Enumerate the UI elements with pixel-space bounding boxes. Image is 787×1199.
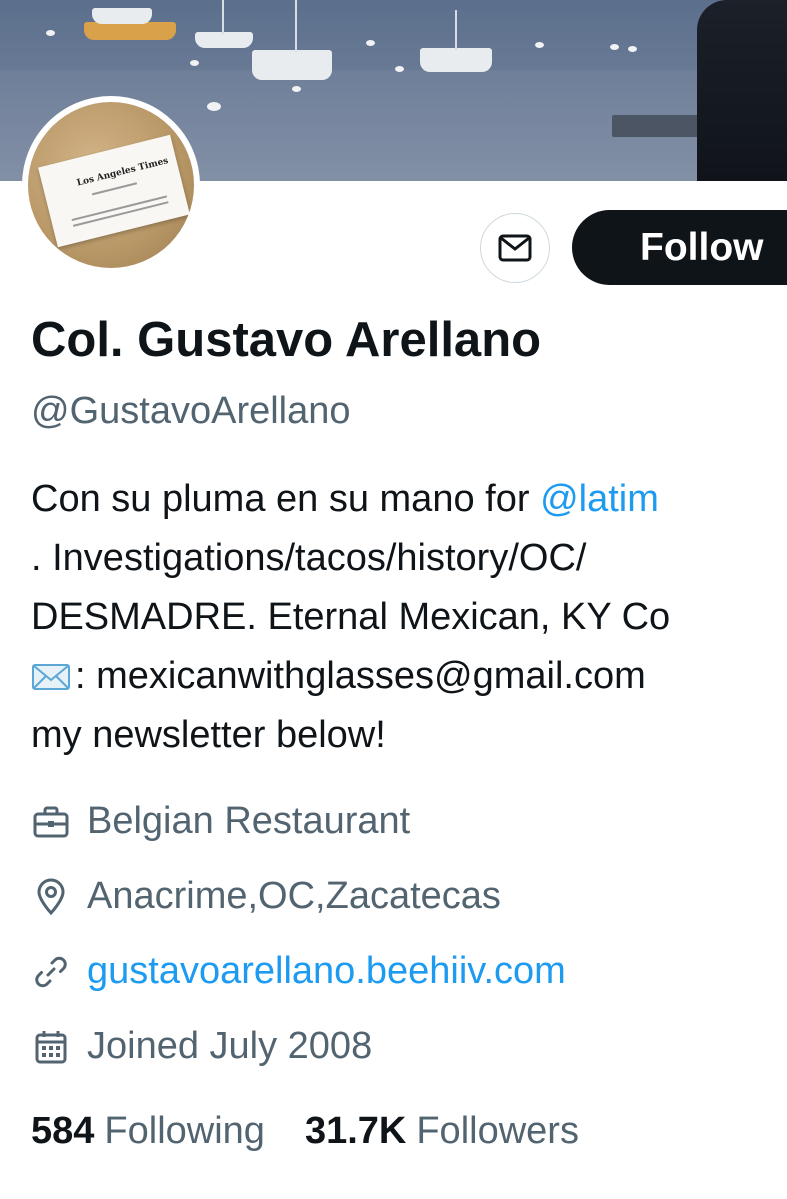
banner-buoy xyxy=(190,60,199,66)
banner-person xyxy=(697,0,787,181)
following-stat-link[interactable]: 584 Following xyxy=(31,1110,265,1153)
bio-line: : mexicanwithglasses@gmail.com xyxy=(31,647,787,706)
bio-text: Con su pluma en su mano for xyxy=(31,478,541,520)
envelope-emoji-icon xyxy=(32,664,70,690)
followers-count: 31.7K xyxy=(304,1110,407,1152)
location-pin-icon xyxy=(31,877,71,917)
bio-line: my newsletter below! xyxy=(31,714,386,756)
message-button[interactable] xyxy=(480,213,550,283)
profile-profession: Belgian Restaurant xyxy=(31,800,410,843)
briefcase-icon xyxy=(31,802,71,842)
profile-stats: 584 Following 31.7K Followers xyxy=(31,1110,579,1153)
business-card: Los Angeles Times xyxy=(38,134,190,248)
profession-text: Belgian Restaurant xyxy=(87,800,411,842)
card-title: Los Angeles Times xyxy=(75,156,170,189)
joined-text: Joined July 2008 xyxy=(87,1025,373,1067)
follow-button-label: Follow xyxy=(640,225,764,269)
card-text-line xyxy=(71,195,168,222)
profile-avatar[interactable]: Los Angeles Times xyxy=(22,96,200,274)
followers-label: Followers xyxy=(416,1110,579,1152)
banner-buoy xyxy=(292,86,301,92)
website-link[interactable]: gustavoarellano.beehiiv.com xyxy=(87,950,566,993)
banner-boat xyxy=(252,50,332,80)
card-text-line xyxy=(91,182,138,196)
banner-buoy xyxy=(207,102,221,111)
banner-buoy xyxy=(366,40,375,46)
banner-buoy xyxy=(628,46,637,52)
profile-page: Los Angeles Times Follow Col. Gustavo Ar… xyxy=(0,0,787,1199)
follow-button[interactable]: Follow xyxy=(572,210,787,285)
banner-buoy xyxy=(395,66,404,72)
banner-buoy xyxy=(46,30,55,36)
location-text: Anacrime,OC,Zacatecas xyxy=(87,875,501,917)
bio-mention-link[interactable]: @latim xyxy=(540,478,659,520)
banner-boat xyxy=(420,48,492,72)
banner-boat xyxy=(195,32,253,48)
banner-dock xyxy=(612,115,710,137)
banner-buoy xyxy=(610,44,619,50)
bio-line: Con su pluma en su mano for @latim xyxy=(31,470,787,529)
profile-joined-date: Joined July 2008 xyxy=(31,1025,372,1068)
banner-boat xyxy=(84,22,176,40)
banner-mast xyxy=(455,10,457,50)
followers-stat-link[interactable]: 31.7K Followers xyxy=(305,1110,579,1153)
following-label: Following xyxy=(104,1110,265,1152)
profile-handle: @GustavoArellano xyxy=(31,390,351,432)
profile-website: gustavoarellano.beehiiv.com xyxy=(31,950,566,993)
bio-email-text: : mexicanwithglasses@gmail.com xyxy=(75,655,646,697)
calendar-icon xyxy=(31,1027,71,1067)
avatar-image: Los Angeles Times xyxy=(28,102,194,268)
following-count: 584 xyxy=(31,1110,95,1152)
bio-line: . Investigations/tacos/history/OC/ xyxy=(31,537,587,579)
link-icon xyxy=(31,952,71,992)
banner-mast xyxy=(295,0,297,52)
bio-line: DESMADRE. Eternal Mexican, KY Co xyxy=(31,596,671,638)
profile-display-name: Col. Gustavo Arellano xyxy=(31,313,542,367)
banner-buoy xyxy=(535,42,544,48)
banner-boat xyxy=(92,8,152,24)
profile-location: Anacrime,OC,Zacatecas xyxy=(31,875,501,918)
profile-bio: Con su pluma en su mano for @latim . Inv… xyxy=(31,470,787,765)
envelope-icon xyxy=(498,234,532,262)
banner-mast xyxy=(222,0,224,34)
